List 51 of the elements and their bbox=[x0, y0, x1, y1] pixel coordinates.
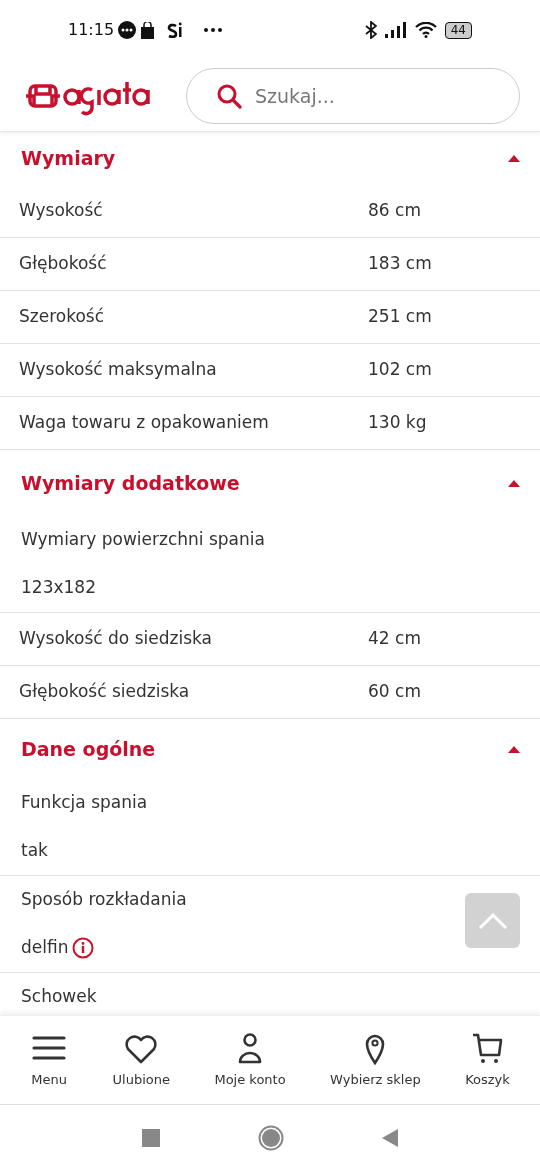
caret-up-icon bbox=[508, 479, 520, 487]
nav-button[interactable]: Menu bbox=[30, 1030, 69, 1090]
spec-label: Wysokość bbox=[19, 199, 104, 223]
app-icon bbox=[167, 22, 184, 38]
bluetooth-icon bbox=[364, 21, 377, 39]
nav-button[interactable]: Wybierz sklep bbox=[330, 1030, 421, 1090]
battery-icon: 44 bbox=[444, 21, 472, 39]
info-icon[interactable] bbox=[72, 937, 95, 959]
spec-label: Wymiary powierzchni spania bbox=[21, 528, 265, 552]
spec-label: Głębokość bbox=[19, 252, 108, 276]
spec-label: Sposób rozkładania bbox=[21, 888, 187, 912]
nav-button[interactable]: Moje konto bbox=[214, 1030, 286, 1090]
shopping-bag-icon bbox=[140, 21, 156, 39]
notification-icon bbox=[118, 21, 137, 39]
spec-value: 60 cm bbox=[368, 680, 421, 704]
spec-label: Wysokość do siedziska bbox=[19, 627, 213, 651]
spec-label: Wysokość maksymalna bbox=[19, 358, 218, 382]
spec-value: 42 cm bbox=[368, 627, 421, 651]
spec-label: Waga towaru z opakowaniem bbox=[19, 411, 270, 435]
wifi-icon bbox=[414, 22, 437, 38]
search-icon bbox=[216, 82, 242, 109]
status-time: 11:15 bbox=[68, 19, 115, 41]
section-title: Wymiary dodatkowe bbox=[21, 470, 240, 496]
nav-button[interactable]: Ulubione bbox=[112, 1030, 171, 1090]
spec-value: 86 cm bbox=[368, 199, 421, 223]
spec-value: delfin bbox=[21, 936, 69, 960]
spec-label: Funkcja spania bbox=[21, 791, 148, 815]
spec-value: 123x182 bbox=[21, 576, 96, 600]
section-title: Dane ogólne bbox=[21, 736, 156, 762]
spec-value: 183 cm bbox=[368, 252, 432, 276]
chevron-up-icon bbox=[477, 911, 508, 930]
spec-label: Szerokość bbox=[19, 305, 106, 329]
spec-label: Głębokość siedziska bbox=[19, 680, 191, 704]
search-field[interactable]: Szukaj... bbox=[186, 67, 520, 124]
caret-up-icon bbox=[508, 155, 520, 162]
spec-value: 251 cm bbox=[368, 305, 432, 329]
more-icon bbox=[203, 27, 224, 33]
spec-label: Schowek bbox=[21, 985, 97, 1009]
recents-icon[interactable] bbox=[142, 1128, 160, 1147]
caret-up-icon bbox=[508, 745, 520, 753]
spec-value: 102 cm bbox=[368, 358, 432, 382]
spec-value: tak bbox=[21, 839, 48, 863]
section-title: Wymiary bbox=[21, 146, 116, 172]
back-icon[interactable] bbox=[382, 1128, 398, 1147]
section-header[interactable]: Wymiary dodatkowe bbox=[0, 450, 540, 516]
section-header[interactable]: Wymiary bbox=[0, 132, 540, 185]
signal-icon bbox=[384, 22, 407, 38]
home-icon[interactable] bbox=[258, 1124, 284, 1151]
nav-button[interactable]: Koszyk bbox=[465, 1030, 510, 1090]
spec-value: 130 kg bbox=[368, 411, 427, 435]
section-header[interactable]: Dane ogólne bbox=[0, 719, 540, 779]
